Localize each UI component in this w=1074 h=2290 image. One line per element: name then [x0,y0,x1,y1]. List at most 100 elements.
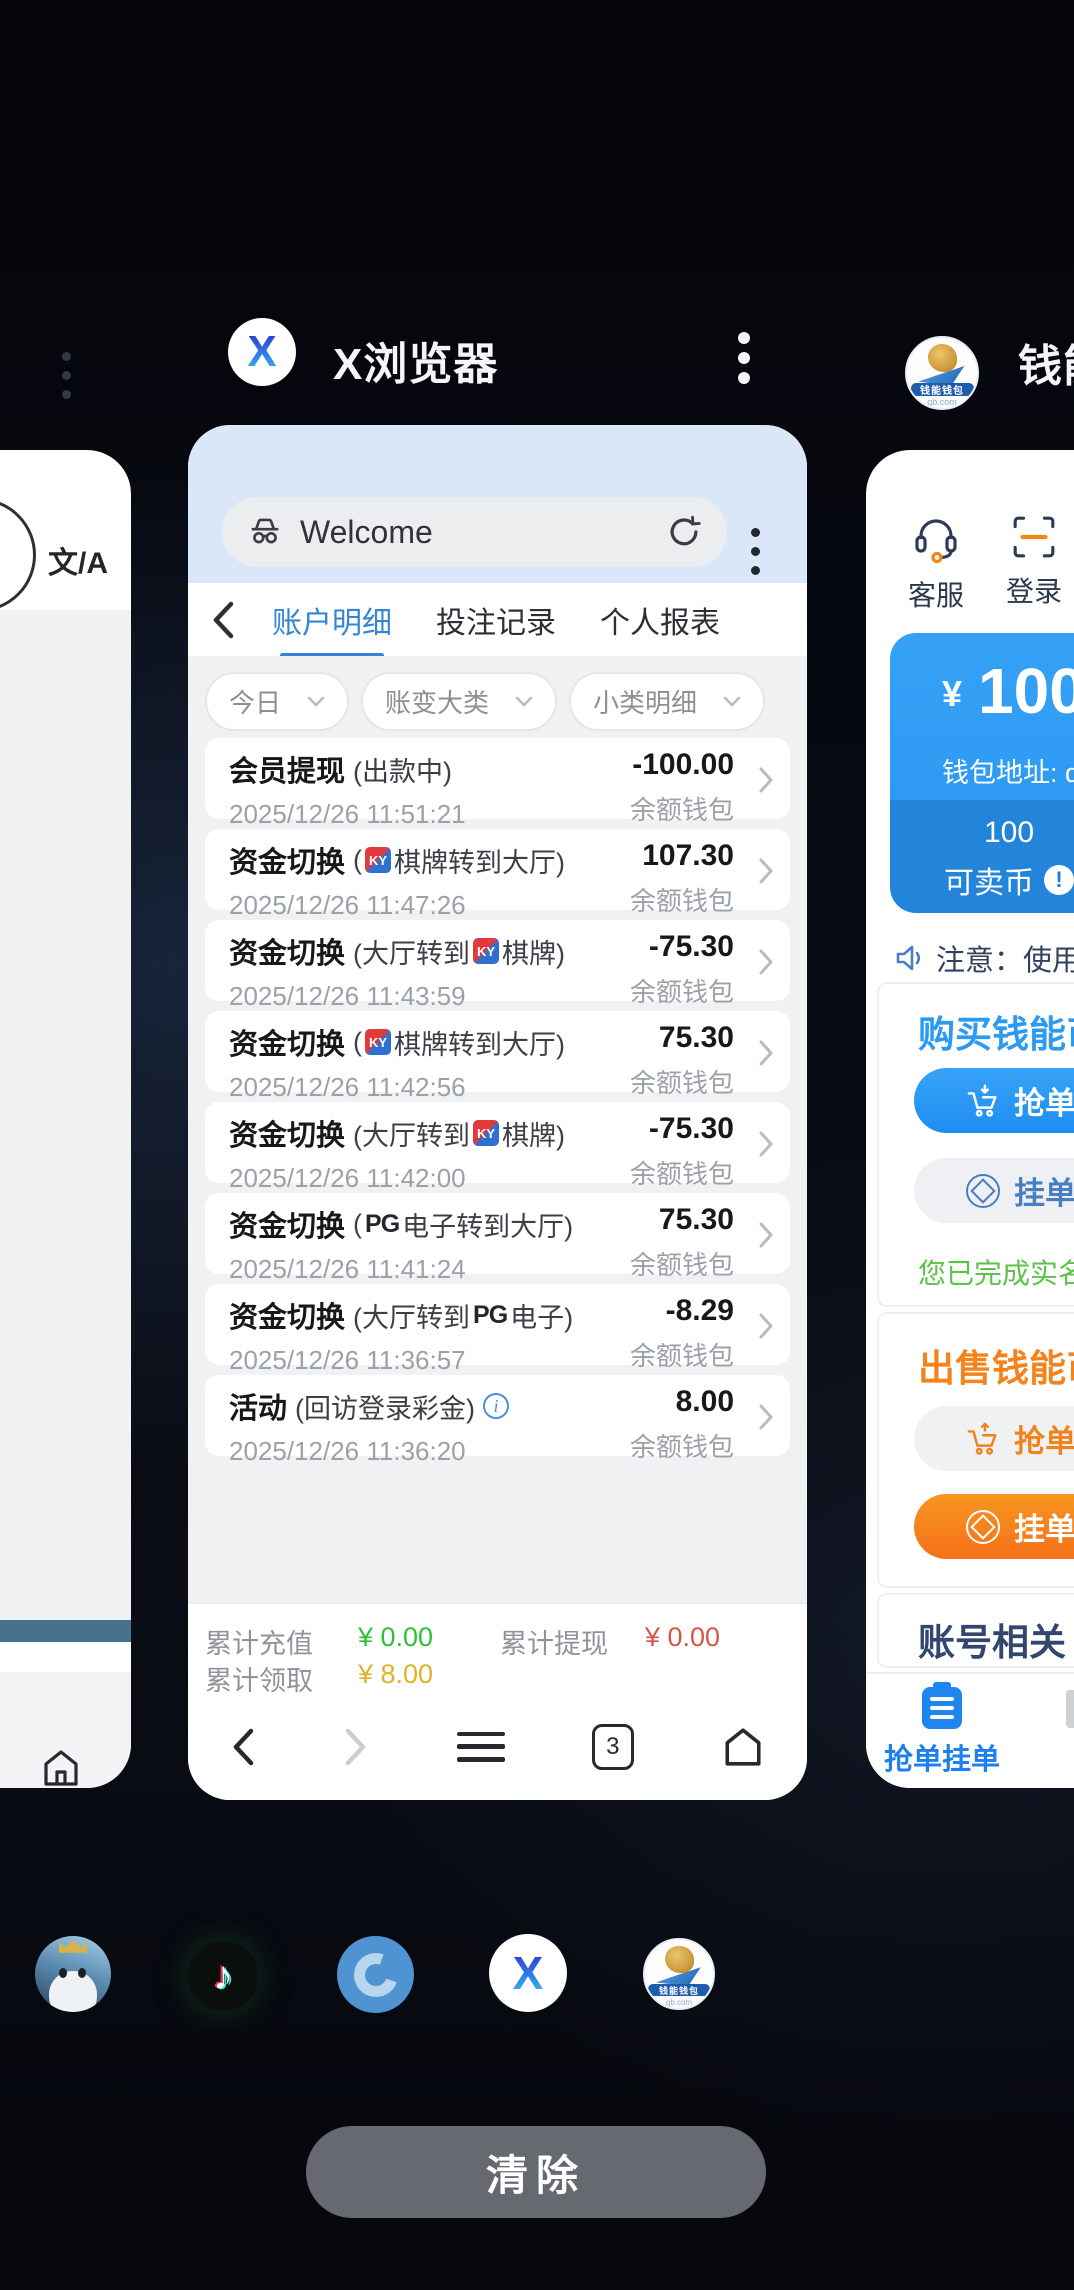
chevron-right-icon[interactable] [758,857,774,885]
nav-back-icon[interactable] [230,1727,256,1767]
account-detail-content: 今日 账变大类 小类明细 会员提现 (出款中) [188,656,807,1603]
home-icon[interactable] [42,1748,80,1788]
nav-home-icon[interactable] [721,1726,765,1768]
exclamation-icon[interactable]: ! [1044,865,1074,895]
wallet-app-card[interactable]: 客服 登录 ¥ 100 钱包地址: qn46cb 100 可卖币 ! [866,450,1074,1788]
orders-clipboard-icon[interactable] [922,1687,962,1729]
transaction-title: 资金切换 [229,1112,345,1154]
transaction-row[interactable]: 会员提现 (出款中) 2025/12/26 11:51:21 -100.00 余… [205,738,790,819]
transaction-wallet-label: 余额钱包 [630,790,734,827]
filter-date[interactable]: 今日 [205,672,349,731]
wallet-tab-bar: 抢单挂单 [866,1672,1074,1788]
transaction-wallet-label: 余额钱包 [630,972,734,1009]
nav-menu-icon[interactable] [457,1732,505,1762]
transaction-amount: -8.29 [630,1294,734,1328]
transaction-date: 2025/12/26 11:42:00 [229,1163,698,1194]
dock-icon-c-browser[interactable] [337,1936,414,2013]
orders-tab-label[interactable]: 抢单挂单 [876,1736,1008,1778]
grab-sell-button[interactable]: 抢单卖 [914,1406,1074,1471]
dock-icon-qianneng-wallet[interactable]: 钱能钱包 qb.com [643,1938,715,2010]
translate-icon[interactable]: 文/A [48,538,108,582]
tab-account-detail[interactable]: 账户明细 [272,584,392,656]
transaction-row[interactable]: 资金切换 (大厅转到 PG 电子) 2025/12/26 11:36:57 -8… [205,1284,790,1365]
chevron-down-icon [515,696,533,707]
transaction-row[interactable]: 资金切换 ( KY 棋牌转到大厅) 2025/12/26 11:42:56 75… [205,1011,790,1092]
transaction-date: 2025/12/26 11:43:59 [229,981,698,1012]
refresh-icon[interactable] [665,513,703,551]
post-sell-label: 挂单卖 [1014,1504,1074,1549]
provider-logo-icon: KY [473,1120,499,1146]
tab-personal-report[interactable]: 个人报表 [600,584,720,656]
transaction-row[interactable]: 资金切换 (大厅转到 KY 棋牌) 2025/12/26 11:43:59 -7… [205,920,790,1001]
browser-app-card[interactable]: Welcome 账户明细 投注记录 个人报表 今日 [188,425,807,1800]
transaction-list: 会员提现 (出款中) 2025/12/26 11:51:21 -100.00 余… [205,738,790,1466]
login-button[interactable]: 登录 [1006,514,1062,610]
clear-all-button[interactable]: 清除 [306,2126,766,2218]
chevron-down-icon [307,696,325,707]
provider-logo-icon: PG [365,1210,399,1239]
info-icon[interactable]: i [483,1393,509,1419]
filter-subcategory-label: 小类明细 [593,683,697,720]
post-buy-button[interactable]: 挂单买 [914,1158,1074,1223]
recharge-label: 累计充值 [205,1622,313,1661]
filter-category-label: 账变大类 [385,683,489,720]
dock-icon-tiktok[interactable]: ♪ [188,1941,258,2011]
account-section-title: 账号相关 [918,1612,1066,1666]
transaction-subtitle-text: 棋牌) [502,932,565,971]
cart-buy-icon [966,1084,1000,1118]
grab-buy-button[interactable]: 抢单买 [914,1068,1074,1133]
chevron-right-icon[interactable] [758,1403,774,1431]
wallet-logo-band: 钱能钱包 [911,383,974,396]
tab-bet-records[interactable]: 投注记录 [436,584,556,656]
scan-login-icon [1011,514,1057,560]
browser-app-title: X浏览器 [333,328,498,392]
filter-category[interactable]: 账变大类 [361,672,557,731]
transaction-subtitle-text: (出款中) [353,750,452,789]
dock-icon-penguin-game[interactable] [35,1936,111,2012]
nav-tabs-icon[interactable]: 3 [592,1724,634,1770]
filter-subcategory[interactable]: 小类明细 [569,672,765,731]
transaction-row[interactable]: 资金切换 ( PG 电子转到大厅) 2025/12/26 11:41:24 75… [205,1193,790,1274]
transaction-title: 会员提现 [229,748,345,790]
transaction-row[interactable]: 资金切换 ( KY 棋牌转到大厅) 2025/12/26 11:47:26 10… [205,829,790,910]
dock-icon-x-browser[interactable]: X [489,1934,567,2012]
chevron-right-icon[interactable] [758,1221,774,1249]
url-bar[interactable]: Welcome [222,497,727,567]
browser-app-menu-icon[interactable] [738,328,750,388]
post-sell-button[interactable]: 挂单卖 [914,1494,1074,1559]
withdraw-label: 累计提现 [500,1622,608,1661]
browser-overflow-menu-icon[interactable] [751,523,760,580]
second-tab-fragment-icon[interactable] [1066,1690,1074,1728]
transaction-row[interactable]: 资金切换 (大厅转到 KY 棋牌) 2025/12/26 11:42:00 -7… [205,1102,790,1183]
customer-service-button[interactable]: 客服 [908,512,964,614]
chevron-right-icon[interactable] [758,948,774,976]
left-app-menu-icon[interactable] [62,347,71,404]
penguin-eye [78,1968,86,1978]
transaction-subtitle: (大厅转到 KY 棋牌) [353,1114,565,1153]
transaction-wallet-label: 余额钱包 [630,1336,734,1373]
browser-toolbar: Welcome [188,425,807,583]
transaction-amount: 75.30 [630,1203,734,1237]
balance-amount: 100 [978,659,1074,723]
chevron-right-icon[interactable] [758,766,774,794]
notice-text: 注意：使用前请仔 [936,937,1074,979]
transaction-date: 2025/12/26 11:51:21 [229,799,698,830]
claim-value: ¥ 8.00 [358,1659,433,1690]
left-card-footer [0,1672,131,1788]
chevron-right-icon[interactable] [758,1312,774,1340]
chevron-right-icon[interactable] [758,1130,774,1158]
provider-logo-icon: PG [473,1301,507,1330]
transaction-amount: 75.30 [630,1021,734,1055]
diamond-icon [966,1510,1000,1544]
wallet-logo-mascot [928,344,957,372]
sellable-panel: 100 可卖币 ! [890,800,1074,913]
chevron-right-icon[interactable] [758,1039,774,1067]
left-app-card[interactable]: 文/A [0,450,131,1788]
nav-forward-icon[interactable] [343,1727,369,1767]
login-label: 登录 [1006,570,1062,610]
transaction-subtitle-text: 棋牌转到大厅) [394,841,565,880]
grab-sell-label: 抢单卖 [1014,1416,1074,1461]
summary-stats: 累计充值 ¥ 0.00 累计提现 ¥ 0.00 累计领取 ¥ 8.00 [188,1603,807,1693]
page-back-icon[interactable] [210,600,236,640]
transaction-row[interactable]: 活动 (回访登录彩金) i 2025/12/26 11:36:20 8.00 余… [205,1375,790,1456]
